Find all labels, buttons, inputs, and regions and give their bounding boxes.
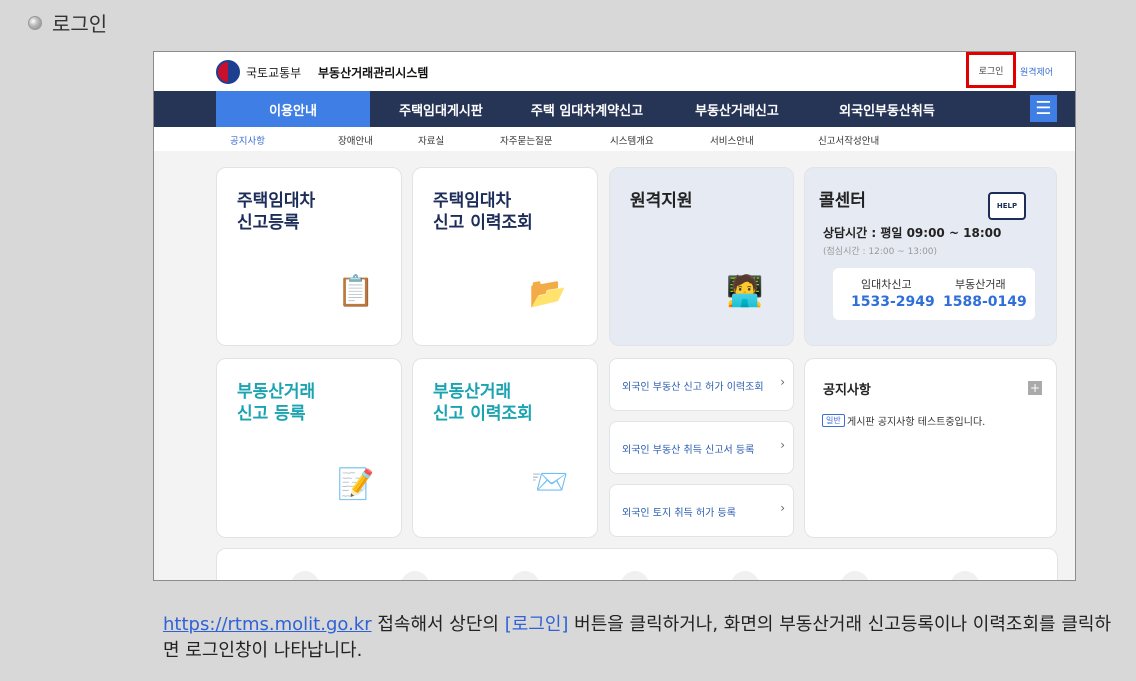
website-screenshot: 국토교통부 부동산거래관리시스템 로그인 원격제어 이용안내 주택임대게시판 주… [153, 51, 1076, 581]
realestate-history-card[interactable]: 부동산거래 신고 이력조회 📨 [412, 358, 598, 538]
callcenter-lunch: (점심시간 : 12:00 ~ 13:00) [823, 247, 938, 257]
card-title-line: 주택임대차 [433, 191, 512, 211]
caption-login-highlight: [로그인] [504, 614, 569, 635]
subnav-form-guide[interactable]: 신고서작성안내 [818, 133, 879, 147]
subnav-service-info[interactable]: 서비스안내 [710, 133, 754, 147]
nav-foreigner-acquisition[interactable]: 외국인부동산취득 [812, 91, 962, 127]
phone-numbers-box: 임대차신고 1533-2949 부동산거래 1588-0149 [833, 268, 1035, 320]
folder-icon: 📂 [529, 276, 567, 311]
remote-support-title: 원격지원 [630, 191, 693, 211]
quick-menu-bar: ◌ ◌ ◌ ◌ ◌ ◌ ◌ [216, 548, 1058, 580]
main-nav: 이용안내 주택임대게시판 주택 임대차계약신고 부동산거래신고 외국인부동산취득… [154, 91, 1075, 127]
realestate-register-card[interactable]: 부동산거래 신고 등록 📝 [216, 358, 402, 538]
hamburger-menu-icon[interactable]: ☰ [1030, 95, 1057, 122]
card-title-line: 신고 이력조회 [433, 213, 533, 233]
callcenter-title: 콜센터 [819, 191, 866, 211]
card-title-line: 부동산거래 [237, 382, 316, 402]
notice-card: 공지사항 + 일반 게시판 공지사항 테스트중입니다. [804, 358, 1057, 538]
notice-category-badge: 일반 [822, 414, 845, 427]
plus-icon[interactable]: + [1028, 381, 1042, 395]
quick-menu-icon[interactable]: ◌ [511, 571, 539, 580]
lease-register-card[interactable]: 주택임대차 신고등록 📋 [216, 167, 402, 346]
quick-menu-icon[interactable]: ◌ [291, 571, 319, 580]
realestate-phone-label: 부동산거래 [955, 278, 1006, 291]
subnav-library[interactable]: 자료실 [418, 133, 444, 147]
subnav-notice[interactable]: 공지사항 [230, 133, 265, 147]
callcenter-hours: 상담시간 : 평일 09:00 ~ 18:00 [823, 226, 1002, 240]
foreigner-land-permit-link[interactable]: 외국인 토지 취득 허가 등록 › [609, 484, 794, 537]
envelope-document-icon: 📨 [531, 465, 569, 500]
notice-item[interactable]: 게시판 공지사항 테스트중입니다. [847, 413, 985, 428]
card-title-line: 부동산거래 [433, 382, 512, 402]
quick-menu-icon[interactable]: ◌ [951, 571, 979, 580]
lease-register-title: 주택임대차 신고등록 [237, 190, 315, 234]
link-label: 외국인 부동산 취득 신고서 등록 [622, 445, 755, 456]
notice-title: 공지사항 [823, 383, 871, 398]
subnav-system-overview[interactable]: 시스템개요 [610, 133, 654, 147]
lease-phone-number: 1533-2949 [851, 294, 935, 310]
subnav-faq[interactable]: 자주묻는질문 [500, 133, 552, 147]
site-topbar: 국토교통부 부동산거래관리시스템 로그인 원격제어 [154, 52, 1075, 91]
nav-lease-report[interactable]: 주택 임대차계약신고 [512, 91, 662, 127]
realestate-phone-number: 1588-0149 [943, 294, 1027, 310]
realestate-history-title: 부동산거래 신고 이력조회 [433, 381, 533, 425]
remote-support-card[interactable]: 원격지원 🧑‍💻 [609, 167, 794, 346]
link-label: 외국인 토지 취득 허가 등록 [622, 508, 736, 519]
government-logo-icon [216, 60, 240, 84]
bullet-icon [28, 15, 42, 30]
card-title-line: 신고 등록 [237, 404, 306, 424]
subnav-outage[interactable]: 장애안내 [338, 133, 373, 147]
sub-nav: 공지사항 장애안내 자료실 자주묻는질문 시스템개요 서비스안내 신고서작성안내 [154, 127, 1075, 151]
nav-lease-board[interactable]: 주택임대게시판 [370, 91, 512, 127]
foreigner-permit-history-link[interactable]: 외국인 부동산 신고 허가 이력조회 › [609, 358, 794, 411]
quick-menu-icon[interactable]: ◌ [621, 571, 649, 580]
pen-document-icon: 📝 [337, 467, 375, 502]
chevron-right-icon: › [780, 375, 785, 389]
foreigner-acquisition-register-link[interactable]: 외국인 부동산 취득 신고서 등록 › [609, 421, 794, 474]
chevron-right-icon: › [780, 501, 785, 515]
card-title-line: 신고 이력조회 [433, 404, 533, 424]
instruction-caption: https://rtms.molit.go.kr 접속해서 상단의 [로그인] … [163, 612, 1123, 664]
realestate-register-title: 부동산거래 신고 등록 [237, 381, 315, 425]
quick-menu-icon[interactable]: ◌ [401, 571, 429, 580]
lease-phone-label: 임대차신고 [861, 278, 912, 291]
card-title-line: 주택임대차 [237, 191, 316, 211]
help-chat-icon: HELP [988, 192, 1026, 220]
lease-history-card[interactable]: 주택임대차 신고 이력조회 📂 [412, 167, 598, 346]
quick-menu-icon[interactable]: ◌ [731, 571, 759, 580]
caption-text: 접속해서 상단의 [371, 614, 505, 635]
remote-user-icon: 🧑‍💻 [726, 274, 764, 309]
lease-history-title: 주택임대차 신고 이력조회 [433, 190, 533, 234]
nav-guide[interactable]: 이용안내 [216, 91, 370, 127]
link-label: 외국인 부동산 신고 허가 이력조회 [622, 382, 764, 393]
remote-control-link[interactable]: 원격제어 [1020, 65, 1053, 78]
clipboard-icon: 📋 [337, 274, 375, 309]
callcenter-card: 콜센터 HELP 상담시간 : 평일 09:00 ~ 18:00 (점심시간 :… [804, 167, 1057, 346]
quick-menu-icon[interactable]: ◌ [841, 571, 869, 580]
site-url-link[interactable]: https://rtms.molit.go.kr [163, 614, 372, 635]
section-header: 로그인 [28, 8, 107, 37]
login-link[interactable]: 로그인 [966, 52, 1016, 88]
chevron-right-icon: › [780, 438, 785, 452]
nav-realestate-report[interactable]: 부동산거래신고 [662, 91, 812, 127]
card-title-line: 신고등록 [237, 213, 300, 233]
system-name[interactable]: 부동산거래관리시스템 [318, 64, 428, 81]
ministry-name: 국토교통부 [246, 66, 302, 80]
section-title: 로그인 [52, 12, 108, 36]
